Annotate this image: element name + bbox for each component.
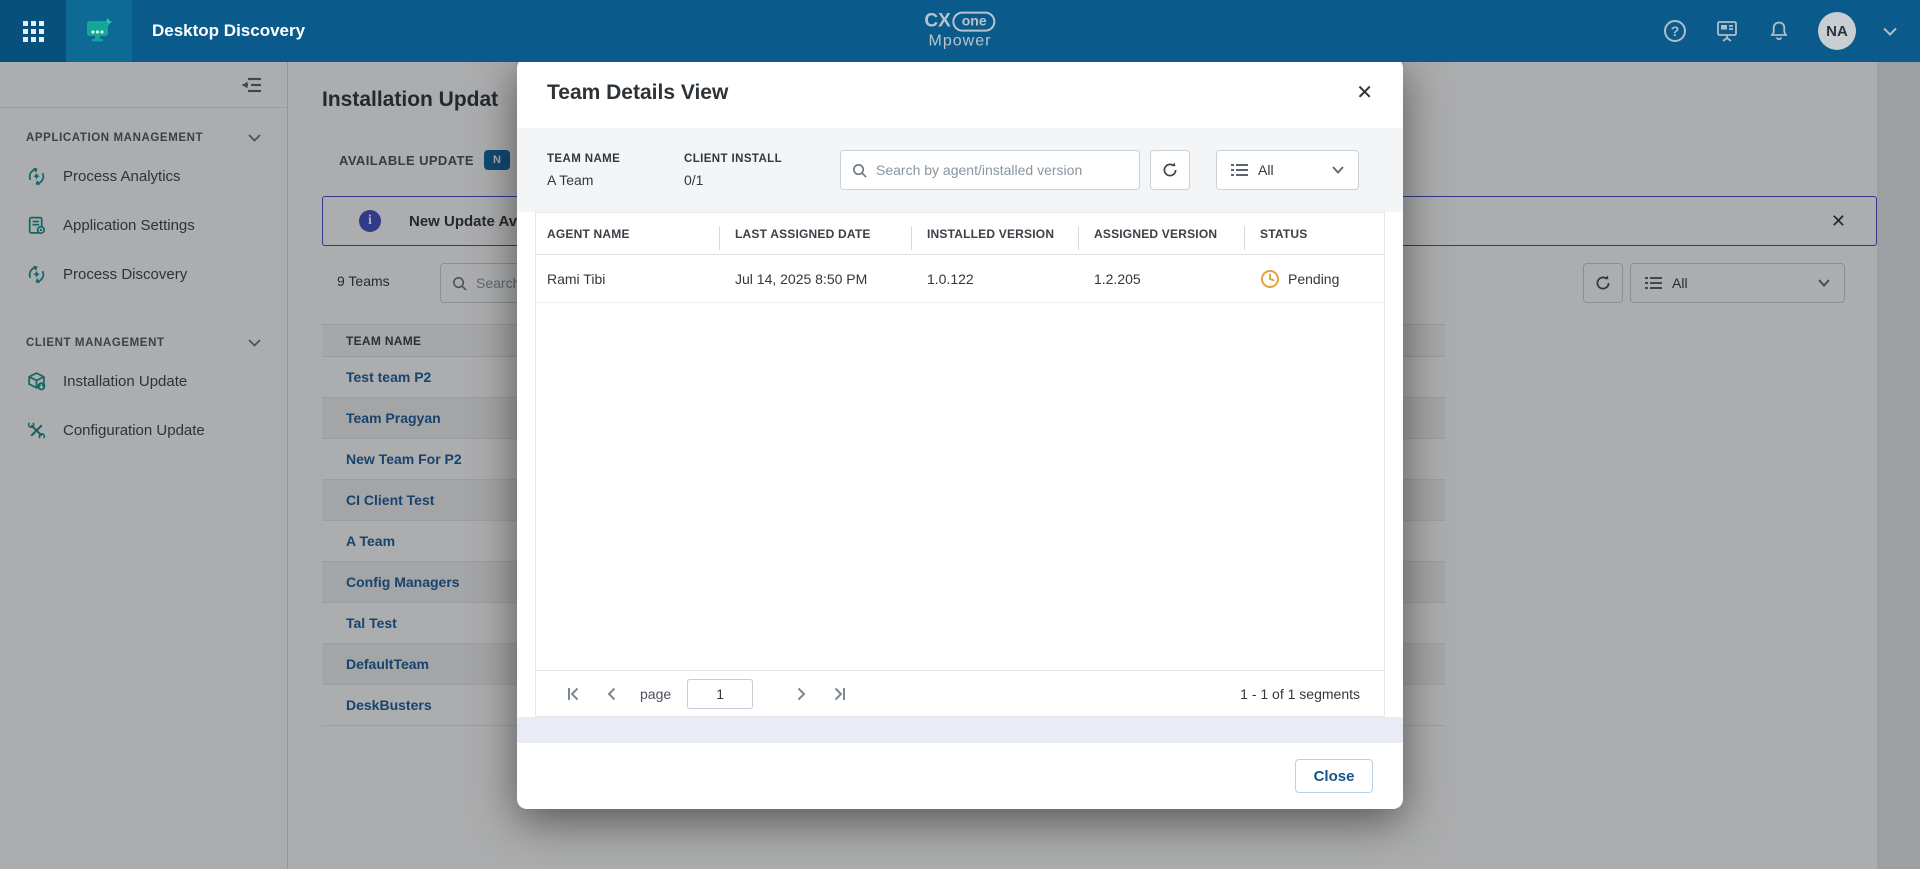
app-root: Desktop Discovery CX one Mpower (0, 0, 1920, 869)
app-launcher-button[interactable] (0, 0, 66, 62)
last-page-icon (833, 687, 847, 701)
pagination-summary: 1 - 1 of 1 segments (1240, 686, 1360, 702)
modal-bottom-strip (517, 717, 1403, 743)
agents-refresh-button[interactable] (1150, 150, 1190, 190)
assigned-version-cell: 1.2.205 (1078, 271, 1244, 287)
filter-selected-value: All (1258, 162, 1274, 178)
modal-title: Team Details View (547, 81, 728, 105)
status-badge: Pending (1260, 269, 1339, 289)
chevron-down-icon (1332, 166, 1344, 174)
agent-search[interactable] (840, 150, 1140, 190)
agent-row[interactable]: Rami Tibi Jul 14, 2025 8:50 PM 1.0.122 1… (536, 255, 1384, 303)
modal-footer: Close (517, 743, 1403, 809)
page-word: page (640, 686, 671, 702)
desktop-discovery-logo (66, 0, 132, 62)
avatar[interactable]: NA (1818, 12, 1856, 50)
clock-pending-icon (1260, 269, 1280, 289)
client-install-label: CLIENT INSTALL (684, 153, 840, 165)
top-bar: Desktop Discovery CX one Mpower (0, 0, 1920, 62)
chevron-down-icon (1883, 27, 1897, 36)
monitor-sparkle-icon (84, 17, 114, 45)
team-name-label: TEAM NAME (547, 153, 684, 165)
brand-mpower: Mpower (924, 34, 995, 51)
help-button[interactable] (1662, 18, 1688, 44)
column-header: ASSIGNED VERSION (1078, 227, 1244, 241)
installed-version-cell: 1.0.122 (911, 271, 1078, 287)
chevron-left-icon (606, 687, 616, 701)
last-page-button[interactable] (827, 681, 853, 707)
previous-page-button[interactable] (598, 681, 624, 707)
agents-grid-header: AGENT NAME LAST ASSIGNED DATE INSTALLED … (536, 213, 1384, 255)
cxone-mpower-logo: CX one Mpower (924, 12, 995, 51)
agents-grid: AGENT NAME LAST ASSIGNED DATE INSTALLED … (535, 212, 1385, 717)
team-details-modal: Team Details View ✕ TEAM NAME A Team CLI… (517, 58, 1403, 809)
chevron-right-icon (797, 687, 807, 701)
first-page-button[interactable] (560, 681, 586, 707)
presentation-board-icon (1714, 18, 1740, 44)
whats-new-button[interactable] (1714, 18, 1740, 44)
agent-search-input[interactable] (876, 162, 1129, 178)
search-icon (851, 162, 868, 179)
account-menu-button[interactable] (1882, 18, 1898, 44)
column-header: AGENT NAME (536, 227, 719, 241)
help-icon (1664, 20, 1686, 42)
agent-name-cell: Rami Tibi (536, 271, 719, 287)
last-assigned-cell: Jul 14, 2025 8:50 PM (719, 271, 911, 287)
next-page-button[interactable] (789, 681, 815, 707)
brand-cx: CX (924, 12, 950, 32)
app-title: Desktop Discovery (152, 21, 305, 41)
team-name-value: A Team (547, 172, 684, 188)
bell-icon (1767, 19, 1791, 43)
pagination-bar: page 1 - 1 of 1 segments (536, 670, 1384, 716)
client-install-value: 0/1 (684, 172, 840, 188)
brand-one-bubble: one (953, 12, 996, 32)
modal-toolbar: TEAM NAME A Team CLIENT INSTALL 0/1 (517, 128, 1403, 212)
column-header: LAST ASSIGNED DATE (719, 227, 911, 241)
notifications-button[interactable] (1766, 18, 1792, 44)
refresh-icon (1160, 160, 1180, 180)
agents-filter-dropdown[interactable]: All (1216, 150, 1359, 190)
close-button[interactable]: Close (1295, 759, 1373, 793)
first-page-icon (566, 687, 580, 701)
column-header: STATUS (1244, 227, 1384, 241)
status-text: Pending (1288, 271, 1339, 287)
app-grid-icon (23, 21, 44, 42)
column-header: INSTALLED VERSION (911, 227, 1078, 241)
page-number-input[interactable] (687, 679, 753, 709)
modal-close-icon[interactable]: ✕ (1356, 83, 1373, 103)
list-filter-icon (1231, 163, 1248, 177)
